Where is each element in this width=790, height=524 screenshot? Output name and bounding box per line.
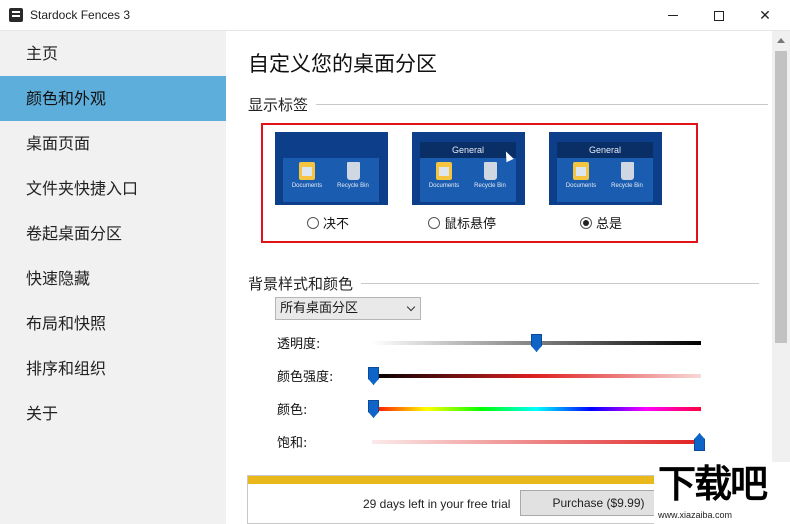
color-intensity-slider-thumb[interactable] [368,367,379,385]
sidebar-item-layouts-snapshots[interactable]: 布局和快照 [0,301,226,346]
preview-never[interactable]: Documents Recycle Bin [275,132,388,205]
close-button[interactable]: ✕ [742,0,788,31]
saturation-label: 饱和: [277,436,308,451]
recycle-bin-tile: Recycle Bin [472,162,508,189]
fence-preview: Documents Recycle Bin [283,158,379,202]
section-divider [361,283,760,284]
chevron-down-icon [406,302,416,312]
scroll-up-arrow-icon[interactable] [777,38,785,43]
radio-hover[interactable]: 鼠标悬停 [428,213,496,232]
sidebar-item-about[interactable]: 关于 [0,391,226,436]
radio-button[interactable] [307,216,319,229]
trial-text: 29 days left in your free trial [363,497,511,511]
main-panel: 自定义您的桌面分区 显示标签 Documents Recycle Bin Gen… [226,31,772,524]
scrollbar-thumb[interactable] [775,51,787,343]
window-title: Stardock Fences 3 [30,8,131,22]
documents-tile: Documents [563,162,599,189]
folder-icon [573,162,589,180]
sidebar: 主页 颜色和外观 桌面页面 文件夹快捷入口 卷起桌面分区 快速隐藏 布局和快照 … [0,31,226,524]
sidebar-item-color-appearance[interactable]: 颜色和外观 [0,76,226,121]
title-bar: Stardock Fences 3 ✕ [0,0,790,31]
transparency-label: 透明度: [277,337,321,352]
fence-label-bar: General [557,142,653,158]
sidebar-item-rollup[interactable]: 卷起桌面分区 [0,211,226,256]
watermark-url: www.xiazaiba.com [658,510,733,520]
recycle-bin-tile: Recycle Bin [335,162,371,189]
background-section-heading: 背景样式和颜色 [248,273,760,294]
radio-label: 决不 [323,217,350,232]
fences-app-icon [9,8,23,22]
radio-always[interactable]: 总是 [580,213,622,232]
color-hue-slider-thumb[interactable] [368,400,379,418]
documents-tile: Documents [426,162,462,189]
preview-always[interactable]: General Documents Recycle Bin [549,132,662,205]
sidebar-item-folder-portals[interactable]: 文件夹快捷入口 [0,166,226,211]
label-options-box: Documents Recycle Bin General Documents … [261,123,698,243]
transparency-slider-thumb[interactable] [531,334,542,352]
page-title: 自定义您的桌面分区 [248,52,437,76]
saturation-slider[interactable] [372,440,701,444]
sidebar-item-quick-hide[interactable]: 快速隐藏 [0,256,226,301]
saturation-slider-thumb[interactable] [694,433,705,451]
vertical-scrollbar[interactable] [772,31,790,524]
label-section-heading: 显示标签 [248,94,769,115]
radio-never[interactable]: 决不 [307,213,349,232]
sidebar-item-desktop-pages[interactable]: 桌面页面 [0,121,226,166]
minimize-icon [668,15,678,16]
fence-scope-select[interactable]: 所有桌面分区 [275,297,421,320]
recycle-bin-icon [483,162,497,180]
folder-icon [299,162,315,180]
color-intensity-slider[interactable] [372,374,701,378]
watermark-logo: 下载吧 [658,462,768,506]
maximize-icon [714,10,724,21]
site-watermark: 下载吧 www.xiazaiba.com [654,462,790,524]
preview-hover[interactable]: General Documents Recycle Bin [412,132,525,205]
section-divider [316,104,769,105]
label-section-title: 显示标签 [248,96,309,114]
recycle-bin-icon [620,162,634,180]
color-label: 颜色: [277,403,308,418]
documents-tile: Documents [289,162,325,189]
radio-button-checked[interactable] [580,216,592,229]
folder-icon [436,162,452,180]
select-value: 所有桌面分区 [280,301,359,316]
radio-label: 鼠标悬停 [444,217,497,232]
color-intensity-label: 颜色强度: [277,370,334,385]
fence-preview: Documents Recycle Bin [557,158,653,202]
radio-button[interactable] [428,216,440,229]
background-section-title: 背景样式和颜色 [248,275,354,293]
fence-preview: Documents Recycle Bin [420,158,516,202]
color-hue-slider[interactable] [372,407,701,411]
minimize-button[interactable] [650,0,696,31]
sidebar-item-home[interactable]: 主页 [0,31,226,76]
recycle-bin-icon [346,162,360,180]
close-icon: ✕ [759,7,771,23]
radio-label: 总是 [596,217,623,232]
maximize-button[interactable] [696,0,742,31]
recycle-bin-tile: Recycle Bin [609,162,645,189]
sidebar-item-sorting[interactable]: 排序和组织 [0,346,226,391]
fence-label-bar: General [420,142,516,158]
